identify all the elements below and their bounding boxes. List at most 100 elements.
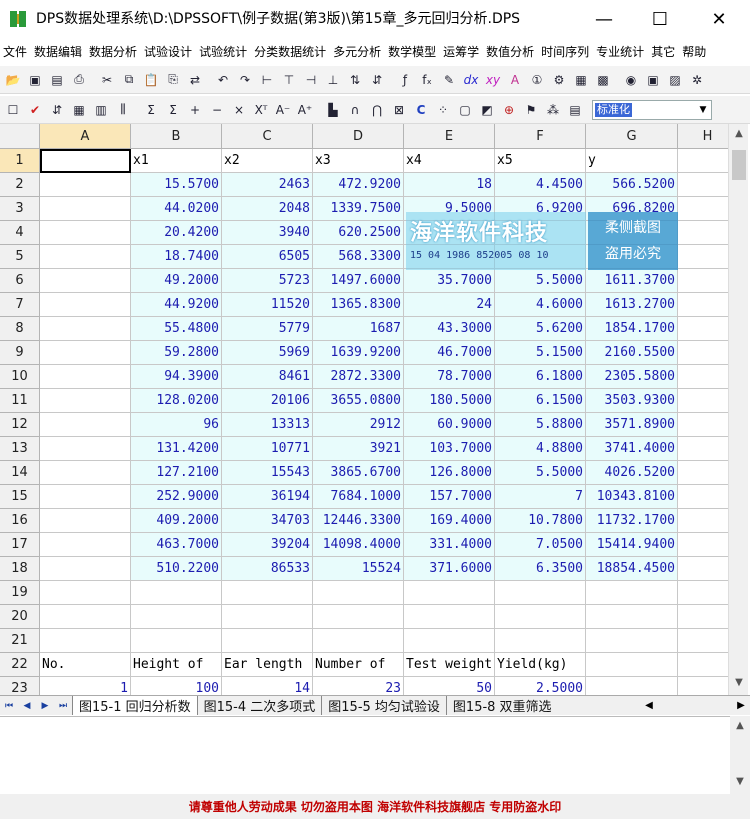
cell-g17[interactable]: 15414.9400 (586, 533, 678, 557)
cell-b10[interactable]: 94.3900 (131, 365, 222, 389)
cell-c21[interactable] (222, 629, 313, 653)
cell-h12[interactable] (678, 413, 728, 437)
cell-b6[interactable]: 49.2000 (131, 269, 222, 293)
column-header-f[interactable]: F (495, 124, 586, 149)
vertical-scroll-thumb[interactable] (732, 150, 746, 180)
cell-a10[interactable] (40, 365, 131, 389)
sheet-tab-regression[interactable]: 图15-1 回归分析数 (72, 696, 197, 715)
cell-c13[interactable]: 10771 (222, 437, 313, 461)
paste-special-icon[interactable]: ⎘ (162, 69, 184, 91)
cell-f9[interactable]: 5.1500 (495, 341, 586, 365)
maximize-button[interactable]: ☐ (631, 0, 689, 38)
cell-c8[interactable]: 5779 (222, 317, 313, 341)
cell-g2[interactable]: 566.5200 (586, 173, 678, 197)
menu-experiment-design[interactable]: 试验设计 (144, 43, 192, 60)
cell-f7[interactable]: 4.6000 (495, 293, 586, 317)
inverse-icon[interactable]: A⁻ (272, 99, 294, 121)
cell-b7[interactable]: 44.9200 (131, 293, 222, 317)
dx-icon[interactable]: dx (460, 69, 482, 91)
cell-d16[interactable]: 12446.3300 (313, 509, 404, 533)
chart-icon[interactable]: ▙ (322, 99, 344, 121)
cell-e3[interactable]: 9.5000 (404, 197, 495, 221)
cell-a11[interactable] (40, 389, 131, 413)
window-icon[interactable]: ▣ (642, 69, 664, 91)
cell-b17[interactable]: 463.7000 (131, 533, 222, 557)
scatter-x-icon[interactable]: ⊠ (388, 99, 410, 121)
gear-icon[interactable]: ✲ (686, 69, 708, 91)
cell-d10[interactable]: 2872.3300 (313, 365, 404, 389)
output-pane[interactable] (0, 716, 750, 794)
sum-icon[interactable]: Σ (140, 99, 162, 121)
row-header-7[interactable]: 7 (0, 293, 40, 317)
vertical-scrollbar[interactable]: ▲ ▼ (728, 124, 748, 695)
cell-c23[interactable]: 14 (222, 677, 313, 695)
cell-g20[interactable] (586, 605, 678, 629)
globe-icon[interactable]: ◉ (620, 69, 642, 91)
menu-file[interactable]: 文件 (3, 43, 27, 60)
cell-g1[interactable]: y (586, 149, 678, 173)
column-header-e[interactable]: E (404, 124, 495, 149)
cell-g22[interactable] (586, 653, 678, 677)
cell-b21[interactable] (131, 629, 222, 653)
sheet-tab-double-screening[interactable]: 图15-8 双重筛选 (445, 696, 558, 715)
cell-h10[interactable] (678, 365, 728, 389)
cell-b3[interactable]: 44.0200 (131, 197, 222, 221)
export-icon[interactable]: ▤ (46, 69, 68, 91)
cell-f10[interactable]: 6.1800 (495, 365, 586, 389)
cell-g6[interactable]: 1611.3700 (586, 269, 678, 293)
menu-categorical-stats[interactable]: 分类数据统计 (254, 43, 326, 60)
cell-g7[interactable]: 1613.2700 (586, 293, 678, 317)
cell-e15[interactable]: 157.7000 (404, 485, 495, 509)
cell-a19[interactable] (40, 581, 131, 605)
cell-g15[interactable]: 10343.8100 (586, 485, 678, 509)
cell-h22[interactable] (678, 653, 728, 677)
scroll-up-icon[interactable]: ▲ (729, 128, 749, 139)
cell-d12[interactable]: 2912 (313, 413, 404, 437)
table-icon[interactable]: ▦ (570, 69, 592, 91)
cell-e8[interactable]: 43.3000 (404, 317, 495, 341)
calculator-icon[interactable]: ▩ (592, 69, 614, 91)
cell-g11[interactable]: 3503.9300 (586, 389, 678, 413)
cell-c19[interactable] (222, 581, 313, 605)
cell-c12[interactable]: 13313 (222, 413, 313, 437)
row-header-12[interactable]: 12 (0, 413, 40, 437)
cell-h23[interactable] (678, 677, 728, 695)
cell-d5[interactable]: 568.3300 (313, 245, 404, 269)
chevron-down-icon[interactable]: ▼ (695, 105, 711, 115)
cell-e11[interactable]: 180.5000 (404, 389, 495, 413)
cell-f18[interactable]: 6.3500 (495, 557, 586, 581)
output-scrollbar[interactable]: ▲ ▼ (730, 716, 750, 794)
image-icon[interactable]: ▨ (664, 69, 686, 91)
sort-desc-icon[interactable]: ⇵ (366, 69, 388, 91)
plus-icon[interactable]: + (184, 99, 206, 121)
target-icon[interactable]: ⊕ (498, 99, 520, 121)
cell-c11[interactable]: 20106 (222, 389, 313, 413)
cell-h11[interactable] (678, 389, 728, 413)
cell-b8[interactable]: 55.4800 (131, 317, 222, 341)
cell-h14[interactable] (678, 461, 728, 485)
save-icon[interactable]: ▣ (24, 69, 46, 91)
cell-e12[interactable]: 60.9000 (404, 413, 495, 437)
cell-f13[interactable]: 4.8800 (495, 437, 586, 461)
cell-a3[interactable] (40, 197, 131, 221)
cell-c1[interactable]: x2 (222, 149, 313, 173)
cell-g21[interactable] (586, 629, 678, 653)
cell-f3[interactable]: 6.9200 (495, 197, 586, 221)
row-header-20[interactable]: 20 (0, 605, 40, 629)
generalized-inverse-icon[interactable]: A⁺ (294, 99, 316, 121)
print-icon[interactable]: ⎙ (68, 69, 90, 91)
cell-b13[interactable]: 131.4200 (131, 437, 222, 461)
row-header-6[interactable]: 6 (0, 269, 40, 293)
box-icon[interactable]: ▢ (454, 99, 476, 121)
cell-c3[interactable]: 2048 (222, 197, 313, 221)
row-header-15[interactable]: 15 (0, 485, 40, 509)
cell-h19[interactable] (678, 581, 728, 605)
cell-d23[interactable]: 23 (313, 677, 404, 695)
close-button[interactable]: ✕ (690, 0, 748, 38)
row-header-18[interactable]: 18 (0, 557, 40, 581)
copy-icon[interactable]: ⧉ (118, 69, 140, 91)
cell-f1[interactable]: x5 (495, 149, 586, 173)
menu-operations-research[interactable]: 运筹学 (443, 43, 479, 60)
font-icon[interactable]: A (504, 69, 526, 91)
cell-a4[interactable] (40, 221, 131, 245)
